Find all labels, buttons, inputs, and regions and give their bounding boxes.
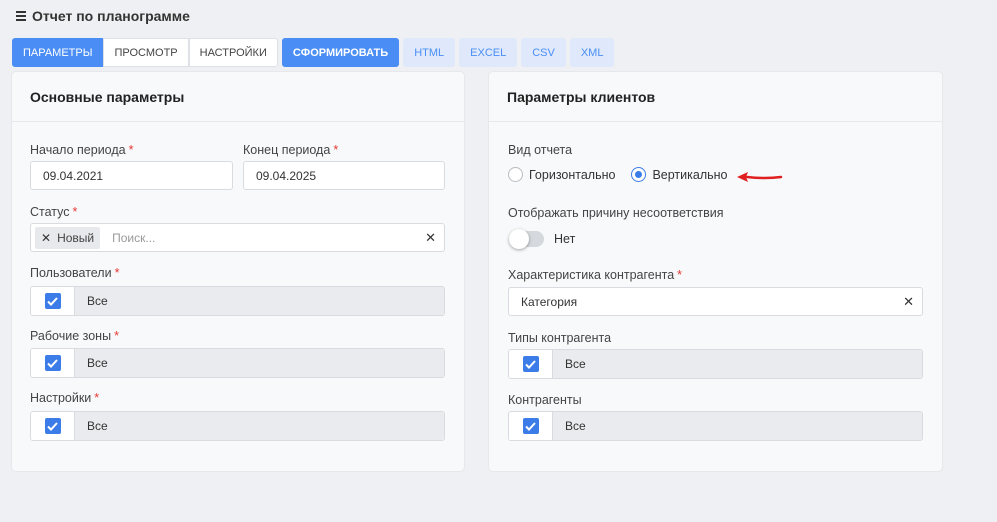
- check-icon: [525, 421, 536, 431]
- users-field: Все: [30, 286, 445, 316]
- radio-button-selected[interactable]: [631, 167, 647, 182]
- counterparty-types-field: Все: [508, 349, 923, 379]
- settings-value: Все: [75, 412, 444, 440]
- status-tag[interactable]: ✕ Новый: [35, 226, 101, 249]
- export-xml-button[interactable]: XML: [569, 38, 615, 67]
- radio-vertical[interactable]: Вертикально: [631, 167, 728, 182]
- export-excel-button[interactable]: EXCEL: [459, 38, 518, 67]
- tag-remove-icon[interactable]: ✕: [41, 231, 51, 245]
- card-title: Основные параметры: [12, 72, 464, 122]
- toolbar: ПАРАМЕТРЫ ПРОСМОТР НАСТРОЙКИ СФОРМИРОВАТ…: [12, 38, 615, 67]
- show-reason-toggle-wrap: Нет: [509, 229, 576, 249]
- tab-settings[interactable]: НАСТРОЙКИ: [188, 38, 278, 67]
- counterparty-char-select[interactable]: Категория ✕: [508, 287, 923, 316]
- counterparty-char-label: Характеристика контрагента *: [508, 268, 683, 282]
- period-end-input[interactable]: 09.04.2025: [243, 161, 445, 190]
- client-params-card: Параметры клиентов Вид отчета Горизонтал…: [489, 72, 942, 471]
- report-view-label: Вид отчета: [508, 143, 573, 157]
- radio-horizontal[interactable]: Горизонтально: [508, 167, 615, 182]
- work-zones-value: Все: [75, 349, 444, 377]
- show-reason-label: Отображать причину несоответствия: [508, 206, 724, 220]
- show-reason-toggle[interactable]: [509, 229, 544, 249]
- counterparties-value: Все: [553, 412, 922, 440]
- counterparties-field: Все: [508, 411, 923, 441]
- counterparty-types-value: Все: [553, 350, 922, 378]
- users-value: Все: [75, 287, 444, 315]
- menu-icon[interactable]: [16, 11, 26, 21]
- card-title: Параметры клиентов: [489, 72, 942, 122]
- counterparty-types-checkbox[interactable]: [522, 356, 539, 372]
- period-start-input[interactable]: 09.04.2021: [30, 161, 233, 190]
- settings-checkbox[interactable]: [44, 418, 61, 434]
- show-reason-value: Нет: [554, 232, 576, 246]
- check-icon: [47, 421, 58, 431]
- check-icon: [47, 296, 58, 306]
- report-view-radio-group: Горизонтально Вертикально: [508, 167, 728, 182]
- users-label: Пользователи *: [30, 266, 120, 280]
- generate-button[interactable]: СФОРМИРОВАТЬ: [281, 38, 400, 67]
- tab-preview[interactable]: ПРОСМОТР: [103, 38, 189, 67]
- page-title-text: Отчет по планограмме: [32, 8, 190, 24]
- main-params-card: Основные параметры Начало периода * 09.04…: [12, 72, 464, 471]
- period-start-label: Начало периода *: [30, 143, 134, 157]
- users-checkbox[interactable]: [44, 293, 61, 309]
- settings-field: Все: [30, 411, 445, 441]
- counterparty-types-label: Типы контрагента: [508, 331, 612, 345]
- period-end-label: Конец периода *: [243, 143, 339, 157]
- page-title: Отчет по планограмме: [16, 8, 190, 24]
- check-icon: [47, 358, 58, 368]
- status-search-placeholder[interactable]: Поиск...: [112, 231, 155, 245]
- annotation-arrow-icon: [737, 172, 783, 182]
- clear-icon[interactable]: ✕: [425, 230, 436, 246]
- check-icon: [525, 359, 536, 369]
- export-html-button[interactable]: HTML: [403, 38, 456, 67]
- export-csv-button[interactable]: CSV: [521, 38, 566, 67]
- radio-button[interactable]: [508, 167, 523, 182]
- work-zones-checkbox[interactable]: [44, 355, 61, 371]
- status-select[interactable]: ✕ Новый Поиск... ✕: [30, 223, 445, 252]
- clear-icon[interactable]: ✕: [903, 294, 914, 310]
- work-zones-field: Все: [30, 348, 445, 378]
- settings-label: Настройки *: [30, 391, 100, 405]
- counterparties-label: Контрагенты: [508, 393, 582, 407]
- tab-parameters[interactable]: ПАРАМЕТРЫ: [12, 38, 104, 67]
- counterparties-checkbox[interactable]: [522, 418, 539, 434]
- work-zones-label: Рабочие зоны *: [30, 329, 119, 343]
- status-label: Статус *: [30, 205, 78, 219]
